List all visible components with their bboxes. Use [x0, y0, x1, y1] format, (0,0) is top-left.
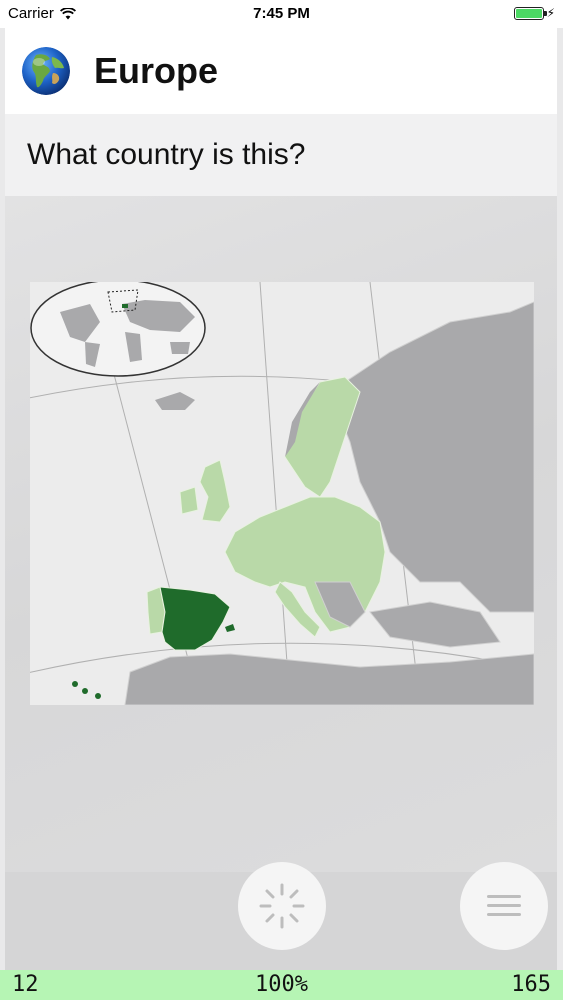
hamburger-menu-icon — [487, 895, 521, 916]
score-percentage: 100% — [255, 972, 308, 997]
globe-icon — [22, 47, 70, 95]
map-area — [5, 196, 557, 872]
country-map — [30, 282, 534, 705]
bottom-toolbar — [5, 862, 557, 970]
status-bar: Carrier 7:45 PM ⚡ — [0, 0, 563, 28]
question-text: What country is this? — [27, 138, 306, 171]
score-bar: 12 100% 165 — [0, 970, 563, 1000]
charging-icon: ⚡ — [546, 6, 555, 20]
menu-button[interactable] — [460, 862, 548, 950]
clock: 7:45 PM — [253, 5, 310, 22]
loading-button[interactable] — [238, 862, 326, 950]
score-right-value: 165 — [511, 972, 551, 997]
battery-group: ⚡ — [513, 6, 555, 20]
question-panel: What country is this? — [5, 114, 557, 196]
page-title: Europe — [94, 50, 219, 91]
battery-fill — [515, 8, 542, 18]
app-header: Europe — [5, 28, 557, 115]
spinner-icon — [259, 883, 305, 929]
battery-icon — [513, 6, 547, 20]
